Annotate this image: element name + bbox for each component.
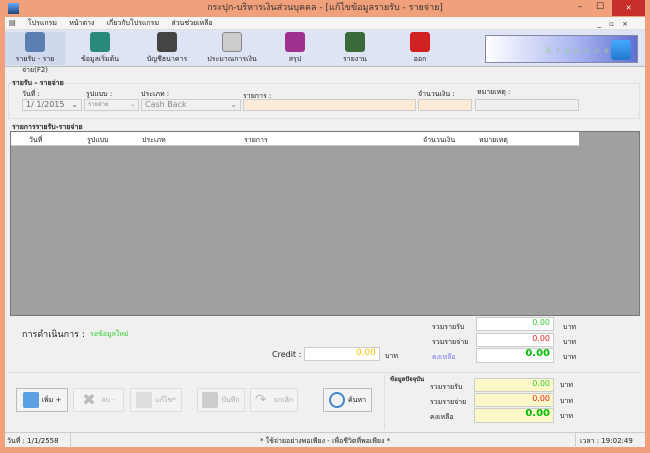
- monitor-icon: [90, 32, 110, 52]
- toolbar-report[interactable]: รายงาน: [325, 32, 385, 65]
- menu-bar: ▤ โปรแกรม หน้าต่าง เกี่ยวกับโปรแกรม ส่วน…: [5, 17, 645, 30]
- chevron-down-icon: ⌄: [230, 100, 237, 109]
- app-icon: [8, 3, 19, 14]
- column-type[interactable]: รูปแบบ: [87, 135, 109, 146]
- undo-icon: ↷: [254, 392, 267, 408]
- category-select[interactable]: Cash Back ⌄: [141, 99, 241, 111]
- save-button[interactable]: บันทึก: [197, 388, 245, 412]
- window-title: กระปุก-บริหารเงินส่วนบุคคล - [แก้ไขข้อมู…: [207, 3, 443, 13]
- x-icon: ✖: [82, 390, 96, 409]
- current-expense-field: 0.00: [474, 393, 554, 407]
- grid-header: วันที่ รูปแบบ ประเภท รายการ จำนวนเงิน หม…: [11, 132, 579, 146]
- divider: [575, 433, 576, 448]
- logo-icon: [611, 40, 631, 60]
- status-motto: * ใช้จ่ายอย่างพอเพียง - เพื่อชีวิตที่พอเ…: [260, 437, 391, 445]
- unit-label: บาท: [563, 323, 576, 331]
- transactions-grid[interactable]: วันที่ รูปแบบ ประเภท รายการ จำนวนเงิน หม…: [10, 131, 640, 316]
- type-select[interactable]: รายจ่าย ⌄: [84, 99, 139, 111]
- toolbar-income-expense[interactable]: รายรับ - รายจ่าย(F2): [5, 32, 65, 74]
- menu-icon: ▤: [9, 19, 16, 27]
- current-income-label: รวมรายรับ: [430, 383, 463, 391]
- unit-label: บาท: [385, 352, 398, 360]
- logo-text: Krapook: [546, 46, 614, 55]
- toolbar-exit[interactable]: ออก: [390, 32, 450, 65]
- add-button[interactable]: เพิ่ม +: [16, 388, 68, 412]
- total-income-label: รวมรายรับ: [432, 323, 465, 331]
- divider: [8, 372, 640, 373]
- status-date: วันที่ : 1/1/2558: [7, 437, 59, 445]
- add-file-icon: [22, 392, 39, 408]
- date-picker[interactable]: 1/ 1/2015 ⌄: [22, 99, 82, 111]
- current-balance-label: คงเหลือ: [430, 413, 454, 421]
- floppy-icon: [202, 392, 219, 408]
- chevron-down-icon: ⌄: [129, 101, 135, 108]
- toolbar: รายรับ - รายจ่าย(F2) ข้อมูลเริ่มต้น บัญช…: [5, 30, 645, 74]
- credit-field[interactable]: 0.00: [304, 347, 380, 361]
- menu-program[interactable]: โปรแกรม: [28, 19, 57, 27]
- divider: [384, 375, 385, 430]
- maximize-button[interactable]: ☐: [596, 2, 604, 12]
- total-income-field: 0.00: [476, 317, 554, 331]
- status-bar: วันที่ : 1/1/2558 * ใช้จ่ายอย่างพอเพียง …: [5, 432, 645, 448]
- total-expense-field: 0.00: [476, 333, 554, 347]
- note-input[interactable]: [475, 99, 579, 111]
- book-icon: [157, 32, 177, 52]
- column-date[interactable]: วันที่: [29, 135, 42, 146]
- cube-icon: [285, 32, 305, 52]
- minimize-button[interactable]: –: [578, 2, 583, 12]
- menu-about[interactable]: เกี่ยวกับโปรแกรม: [107, 19, 159, 27]
- search-button[interactable]: ค้นหา: [323, 388, 372, 412]
- column-item[interactable]: รายการ: [244, 135, 268, 146]
- pencil-icon: [136, 392, 153, 408]
- column-amount[interactable]: จำนวนเงิน: [423, 135, 455, 146]
- logo-banner: Krapook: [485, 35, 638, 63]
- chevron-down-icon: ⌄: [71, 100, 78, 109]
- delete-button[interactable]: ✖ ลบ -: [73, 388, 124, 412]
- current-income-field: 0.00: [474, 378, 554, 392]
- entry-group-title: รายรับ - รายจ่าย: [12, 79, 64, 87]
- unit-label: บาท: [563, 338, 576, 346]
- unit-label: บาท: [560, 397, 573, 405]
- credit-label: Credit :: [272, 350, 302, 359]
- column-category[interactable]: ประเภท: [142, 135, 166, 146]
- chart-icon: [345, 32, 365, 52]
- column-note[interactable]: หมายเหตุ: [479, 135, 508, 146]
- unit-label: บาท: [560, 381, 573, 389]
- current-data-title: ข้อมูลปัจจุบัน: [390, 376, 425, 383]
- menu-help[interactable]: ส่วนช่วยเหลือ: [171, 19, 212, 27]
- note-label: หมายเหตุ :: [477, 88, 511, 96]
- status-time: เวลา : 19:02:49: [580, 437, 633, 445]
- search-icon: [328, 392, 345, 408]
- amount-input[interactable]: [418, 99, 472, 111]
- power-icon: [410, 32, 430, 52]
- status-value: รอข้อมูลใหม่: [90, 330, 129, 338]
- unit-label: บาท: [563, 353, 576, 361]
- menu-window[interactable]: หน้าต่าง: [69, 19, 94, 27]
- unit-label: บาท: [560, 412, 573, 420]
- current-expense-label: รวมรายจ่าย: [430, 398, 467, 406]
- edit-button[interactable]: แก้ไข*: [130, 388, 182, 412]
- calendar-icon: [222, 32, 242, 52]
- item-input[interactable]: [243, 99, 416, 111]
- balance-label: คงเหลือ: [432, 353, 456, 361]
- cabinet-icon: [25, 32, 45, 52]
- balance-field: 0.00: [476, 348, 554, 363]
- total-expense-label: รวมรายจ่าย: [432, 338, 469, 346]
- toolbar-budget[interactable]: ประมาณการเงิน: [202, 32, 262, 65]
- toolbar-bank-account[interactable]: บัญชีธนาคาร: [137, 32, 197, 65]
- divider: [70, 433, 71, 448]
- current-balance-field: 0.00: [474, 408, 554, 423]
- close-button[interactable]: ✕: [612, 0, 645, 16]
- cancel-button[interactable]: ↷ ยกเลิก: [250, 388, 298, 412]
- toolbar-initial-data[interactable]: ข้อมูลเริ่มต้น: [70, 32, 130, 65]
- toolbar-summary[interactable]: สรุป: [265, 32, 325, 65]
- status-label: การดำเนินการ :: [22, 330, 85, 340]
